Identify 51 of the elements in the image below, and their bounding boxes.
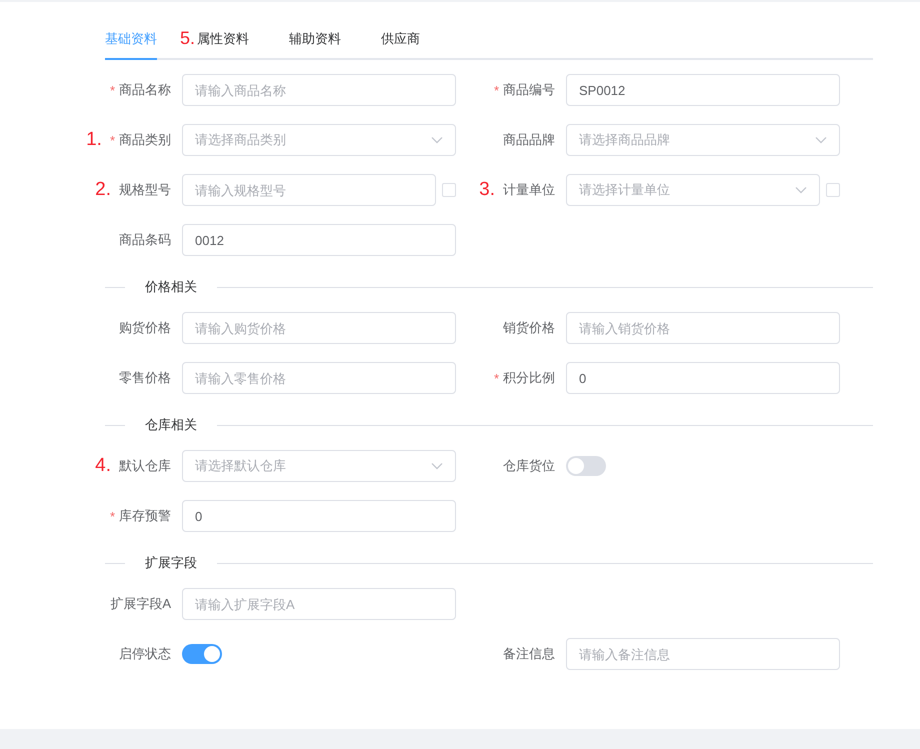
- annotation-number: 2.: [95, 179, 111, 201]
- annotation-number: 1.: [86, 129, 102, 151]
- field-label: 零售价格: [119, 369, 171, 387]
- field-label: 购货价格: [119, 319, 171, 337]
- annotation-number: 5.: [180, 28, 195, 49]
- input-field[interactable]: 请输入备注信息: [566, 638, 840, 670]
- field-label: 商品类别: [119, 131, 171, 149]
- field-label: 计量单位: [503, 181, 555, 199]
- annotation-number: 3.: [479, 179, 495, 201]
- input-field[interactable]: 请输入销货价格: [566, 312, 840, 344]
- field-label: 仓库货位: [503, 457, 555, 475]
- required-mark: *: [110, 508, 115, 524]
- toggle-switch[interactable]: [182, 644, 222, 664]
- input-field[interactable]: 请输入购货价格: [182, 312, 456, 344]
- required-mark: *: [494, 370, 499, 386]
- field-label: 规格型号: [119, 181, 171, 199]
- field-label: 启停状态: [119, 645, 171, 663]
- checkbox[interactable]: [442, 183, 456, 197]
- field-label: 库存预警: [119, 507, 171, 525]
- chevron-down-icon: [795, 186, 807, 194]
- input-field[interactable]: SP0012: [566, 74, 840, 106]
- input-field[interactable]: 0012: [182, 224, 456, 256]
- tab[interactable]: 供应商: [381, 30, 420, 60]
- required-mark: *: [494, 82, 499, 98]
- section-title: 扩展字段: [144, 554, 198, 572]
- field-label: 商品名称: [119, 81, 171, 99]
- field-label: 默认仓库: [119, 457, 171, 475]
- chevron-down-icon: [815, 136, 827, 144]
- checkbox[interactable]: [826, 183, 840, 197]
- field-label: 商品编号: [503, 81, 555, 99]
- input-field[interactable]: 请输入扩展字段A: [182, 588, 456, 620]
- field-label: 扩展字段A: [110, 595, 171, 613]
- section-title: 仓库相关: [144, 416, 198, 434]
- field-label: 备注信息: [503, 645, 555, 663]
- required-mark: *: [110, 82, 115, 98]
- input-field[interactable]: 请输入商品名称: [182, 74, 456, 106]
- section-title: 价格相关: [144, 278, 198, 296]
- chevron-down-icon: [431, 136, 443, 144]
- input-field[interactable]: 请输入规格型号: [182, 174, 436, 206]
- chevron-down-icon: [431, 462, 443, 470]
- field-label: 积分比例: [503, 369, 555, 387]
- toggle-switch[interactable]: [566, 456, 606, 476]
- field-label: 商品条码: [119, 231, 171, 249]
- field-label: 商品品牌: [503, 131, 555, 149]
- required-mark: *: [110, 132, 115, 148]
- input-field[interactable]: 0: [566, 362, 840, 394]
- input-field[interactable]: 请输入零售价格: [182, 362, 456, 394]
- field-label: 销货价格: [503, 319, 555, 337]
- annotation-number: 4.: [95, 455, 111, 477]
- tab[interactable]: 辅助资料: [289, 30, 341, 60]
- input-field[interactable]: 0: [182, 500, 456, 532]
